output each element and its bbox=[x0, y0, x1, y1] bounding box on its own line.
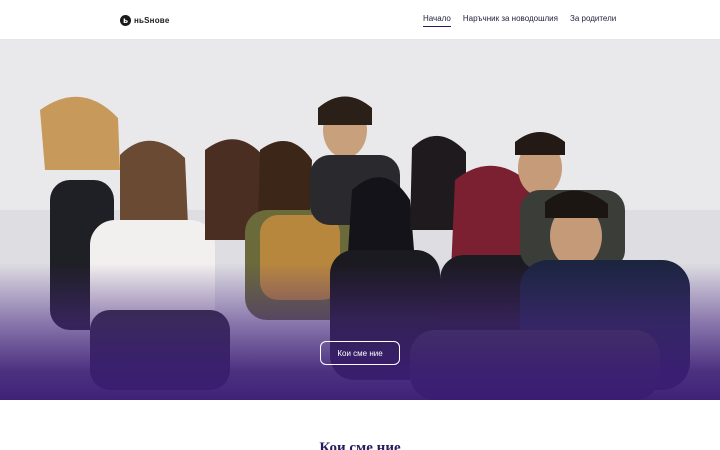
top-navbar: ь ньЅнове Начало Наръчник за новодошлия … bbox=[0, 0, 720, 40]
logo-mark-icon: ь bbox=[120, 14, 131, 26]
main-nav: Начало Наръчник за новодошлия За родител… bbox=[423, 14, 616, 27]
nav-link-home[interactable]: Начало bbox=[423, 14, 451, 27]
site-logo[interactable]: ь ньЅнове bbox=[120, 13, 169, 27]
hero-section: Кои сме ние bbox=[0, 40, 720, 400]
logo-text: ньЅнове bbox=[134, 15, 170, 25]
section-title: Кои сме ние bbox=[319, 440, 401, 450]
nav-link-newcomer-guide[interactable]: Наръчник за новодошлия bbox=[463, 14, 558, 27]
nav-link-parents[interactable]: За родители bbox=[570, 14, 616, 27]
about-us-button[interactable]: Кои сме ние bbox=[320, 341, 400, 365]
